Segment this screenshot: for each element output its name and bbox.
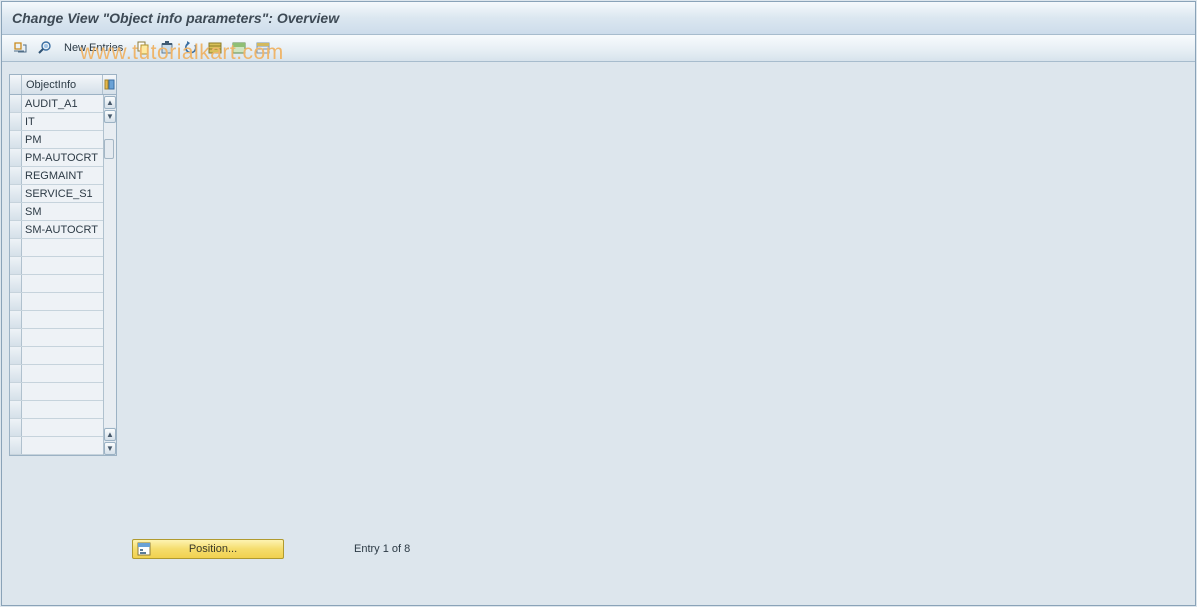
footer-bar: Position... Entry 1 of 8 <box>132 539 410 559</box>
copy-as-button[interactable] <box>133 38 153 58</box>
row-selector[interactable] <box>10 347 22 364</box>
row-selector[interactable] <box>10 419 22 436</box>
row-selector[interactable] <box>10 203 22 220</box>
position-icon <box>137 542 151 556</box>
position-button-label: Position... <box>157 543 283 555</box>
cell-objectinfo[interactable]: REGMAINT <box>22 167 103 184</box>
row-selector[interactable] <box>10 383 22 400</box>
row-selector[interactable] <box>10 275 22 292</box>
column-header-objectinfo[interactable]: ObjectInfo <box>22 75 103 94</box>
table-row[interactable] <box>10 419 103 437</box>
table-row[interactable]: PM-AUTOCRT <box>10 149 103 167</box>
row-selector[interactable] <box>10 239 22 256</box>
scroll-up2-icon[interactable]: ▲ <box>104 428 116 441</box>
scroll-down-icon[interactable]: ▼ <box>104 110 116 123</box>
cell-objectinfo[interactable] <box>22 365 103 382</box>
table-row[interactable] <box>10 365 103 383</box>
find-button[interactable] <box>34 38 54 58</box>
row-selector[interactable] <box>10 437 22 454</box>
cell-objectinfo[interactable]: SM-AUTOCRT <box>22 221 103 238</box>
row-selector[interactable] <box>10 365 22 382</box>
table-header-row: ObjectInfo <box>10 75 116 95</box>
undo-change-button[interactable] <box>181 38 201 58</box>
cell-objectinfo[interactable]: SM <box>22 203 103 220</box>
row-selector[interactable] <box>10 149 22 166</box>
cell-objectinfo[interactable]: AUDIT_A1 <box>22 95 103 112</box>
table-row[interactable] <box>10 437 103 455</box>
objectinfo-table: ObjectInfo AUDIT_A1 IT PM PM-AUTOCRT REG… <box>9 74 117 456</box>
cell-objectinfo[interactable] <box>22 311 103 328</box>
delete-button[interactable] <box>157 38 177 58</box>
row-selector[interactable] <box>10 167 22 184</box>
row-selector[interactable] <box>10 257 22 274</box>
table-settings-button[interactable] <box>103 75 116 94</box>
select-all-rows[interactable] <box>10 75 22 94</box>
cell-objectinfo[interactable]: IT <box>22 113 103 130</box>
row-selector[interactable] <box>10 113 22 130</box>
table-row[interactable] <box>10 311 103 329</box>
deselect-all-button[interactable] <box>253 38 273 58</box>
row-selector[interactable] <box>10 95 22 112</box>
cell-objectinfo[interactable] <box>22 347 103 364</box>
table-row[interactable]: AUDIT_A1 <box>10 95 103 113</box>
table-row[interactable]: SM-AUTOCRT <box>10 221 103 239</box>
row-selector[interactable] <box>10 131 22 148</box>
table-row[interactable] <box>10 239 103 257</box>
content-area: ObjectInfo AUDIT_A1 IT PM PM-AUTOCRT REG… <box>2 64 1195 605</box>
app-toolbar: New Entries <box>2 35 1195 62</box>
cell-objectinfo[interactable]: PM <box>22 131 103 148</box>
cell-objectinfo[interactable] <box>22 257 103 274</box>
table-row[interactable] <box>10 293 103 311</box>
table-row[interactable]: SM <box>10 203 103 221</box>
table-row[interactable]: REGMAINT <box>10 167 103 185</box>
cell-objectinfo[interactable] <box>22 239 103 256</box>
select-block-button[interactable] <box>229 38 249 58</box>
row-selector[interactable] <box>10 293 22 310</box>
table-row[interactable] <box>10 347 103 365</box>
cell-objectinfo[interactable] <box>22 383 103 400</box>
table-rows: AUDIT_A1 IT PM PM-AUTOCRT REGMAINT SERVI… <box>10 95 103 455</box>
cell-objectinfo[interactable] <box>22 437 103 454</box>
cell-objectinfo[interactable] <box>22 275 103 292</box>
cell-objectinfo[interactable]: SERVICE_S1 <box>22 185 103 202</box>
table-row[interactable] <box>10 383 103 401</box>
table-row[interactable] <box>10 275 103 293</box>
table-row[interactable] <box>10 257 103 275</box>
table-row[interactable]: PM <box>10 131 103 149</box>
cell-objectinfo[interactable] <box>22 401 103 418</box>
new-entries-button[interactable]: New Entries <box>58 38 129 58</box>
table-row[interactable]: IT <box>10 113 103 131</box>
scroll-drag-handle[interactable] <box>104 139 114 159</box>
row-selector[interactable] <box>10 221 22 238</box>
row-selector[interactable] <box>10 185 22 202</box>
table-row[interactable] <box>10 401 103 419</box>
position-button[interactable]: Position... <box>132 539 284 559</box>
cell-objectinfo[interactable]: PM-AUTOCRT <box>22 149 103 166</box>
row-selector[interactable] <box>10 329 22 346</box>
cell-objectinfo[interactable] <box>22 293 103 310</box>
other-view-button[interactable] <box>10 38 30 58</box>
table-row[interactable] <box>10 329 103 347</box>
row-selector[interactable] <box>10 311 22 328</box>
table-row[interactable]: SERVICE_S1 <box>10 185 103 203</box>
row-selector[interactable] <box>10 401 22 418</box>
page-title: Change View "Object info parameters": Ov… <box>12 10 339 26</box>
entry-count-text: Entry 1 of 8 <box>354 543 410 555</box>
titlebar: Change View "Object info parameters": Ov… <box>2 2 1195 35</box>
select-all-button[interactable] <box>205 38 225 58</box>
vertical-scrollbar[interactable]: ▲ ▼ ▲ ▼ <box>103 95 116 455</box>
cell-objectinfo[interactable] <box>22 329 103 346</box>
scroll-track[interactable] <box>104 123 116 427</box>
scroll-up-icon[interactable]: ▲ <box>104 96 116 109</box>
scroll-down2-icon[interactable]: ▼ <box>104 442 116 455</box>
cell-objectinfo[interactable] <box>22 419 103 436</box>
